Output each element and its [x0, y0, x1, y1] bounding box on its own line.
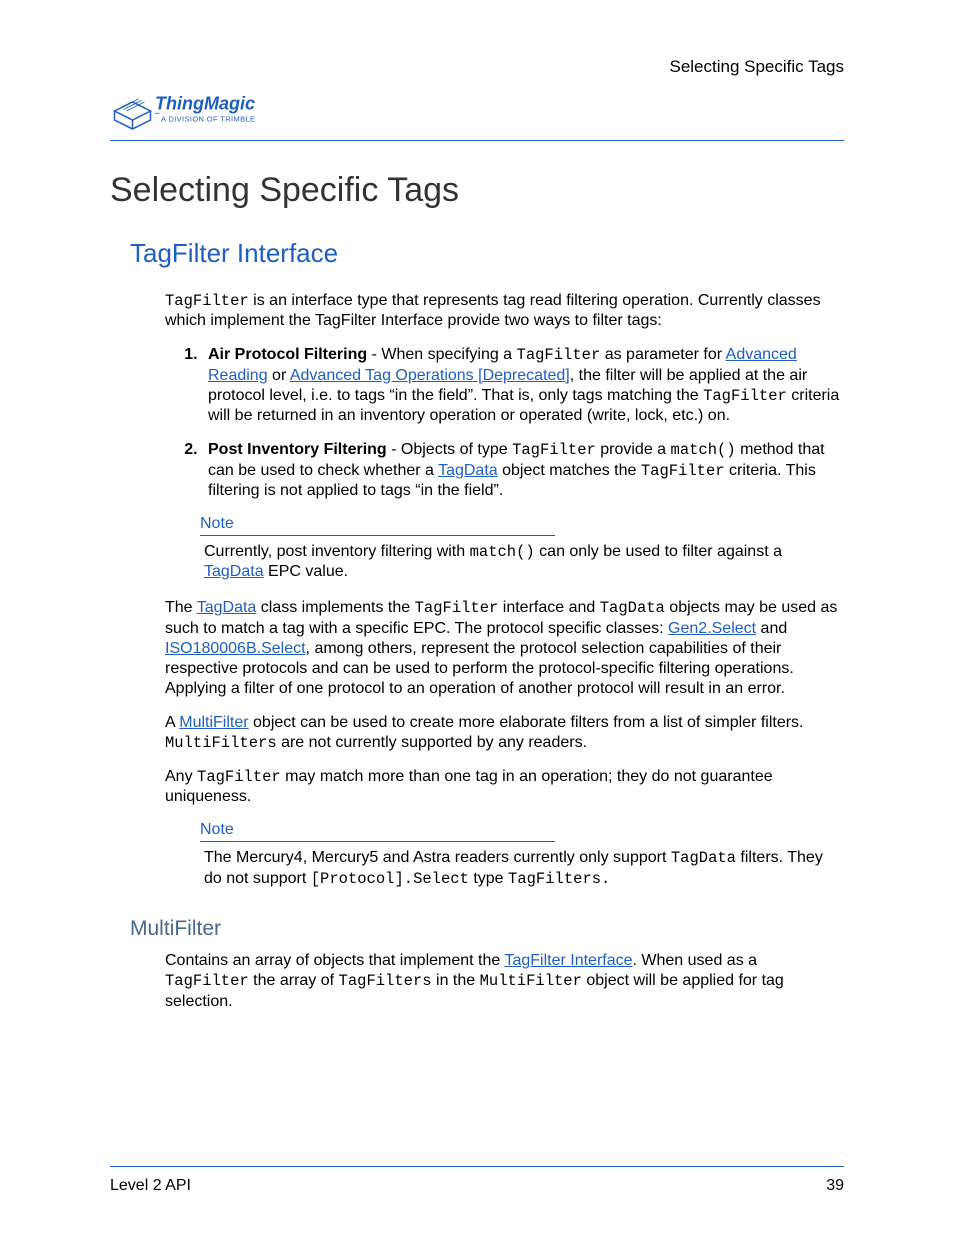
text: object matches the [498, 462, 641, 479]
text: is an interface type that represents tag… [165, 292, 821, 329]
code: TagFilter [512, 441, 596, 459]
text: - When specifying a [367, 346, 516, 363]
text: or [268, 367, 290, 384]
code: [Protocol].Select [311, 870, 469, 888]
body: TagFilter is an interface type that repr… [165, 291, 844, 331]
link-advanced-tag-ops[interactable]: Advanced Tag Operations [Deprecated] [290, 367, 570, 384]
code: TagFilters. [508, 870, 610, 888]
footer-rule [110, 1166, 844, 1167]
logo: ThingMagic A DIVISION OF TRIMBLE [110, 77, 844, 140]
code: MultiFilter [480, 972, 582, 990]
code: TagFilter [197, 768, 281, 786]
text: class implements the [256, 599, 414, 616]
body: Contains an array of objects that implem… [165, 951, 844, 1011]
link-tagdata[interactable]: TagData [204, 563, 264, 580]
code: TagFilter [641, 462, 725, 480]
paragraph: Any TagFilter may match more than one ta… [165, 767, 844, 807]
document-page: Selecting Specific Tags ThingMagic A DIV… [0, 0, 954, 1235]
code: TagFilter [517, 346, 601, 364]
intro-paragraph: TagFilter is an interface type that repr… [165, 291, 844, 331]
text: - Objects of type [387, 441, 512, 458]
text: interface and [498, 599, 599, 616]
note-label: Note [200, 515, 844, 533]
section-heading: TagFilter Interface [130, 238, 844, 269]
page-number: 39 [826, 1177, 844, 1195]
text: Currently, post inventory filtering with [204, 543, 470, 560]
text: The [165, 599, 197, 616]
link-iso180006b-select[interactable]: ISO180006B.Select [165, 640, 306, 657]
note-body: Currently, post inventory filtering with… [204, 542, 844, 582]
code: TagData [600, 599, 665, 617]
subsection-heading: MultiFilter [130, 917, 844, 941]
text: can only be used to filter against a [535, 543, 782, 560]
code: MultiFilters [165, 734, 277, 752]
list-item: Post Inventory Filtering - Objects of ty… [202, 440, 844, 501]
list-item: Air Protocol Filtering - When specifying… [202, 345, 844, 426]
page-footer: Level 2 API 39 [110, 1166, 844, 1195]
note-block: Note The Mercury4, Mercury5 and Astra re… [200, 821, 844, 889]
paragraph: A MultiFilter object can be used to crea… [165, 713, 844, 753]
link-tagdata[interactable]: TagData [438, 462, 498, 479]
link-gen2-select[interactable]: Gen2.Select [668, 620, 756, 637]
logo-brand-text: ThingMagic [155, 94, 255, 114]
code: match() [671, 441, 736, 459]
logo-tagline-text: A DIVISION OF TRIMBLE [161, 115, 255, 124]
note-block: Note Currently, post inventory filtering… [200, 515, 844, 582]
body: The TagData class implements the TagFilt… [165, 598, 844, 807]
text: Any [165, 768, 197, 785]
text: object can be used to create more elabor… [249, 714, 804, 731]
code: TagFilters [339, 972, 432, 990]
note-rule [200, 841, 555, 842]
code: TagFilter [415, 599, 499, 617]
text: in the [432, 972, 480, 989]
item-label: Post Inventory Filtering [208, 441, 387, 458]
note-label: Note [200, 821, 844, 839]
item-label: Air Protocol Filtering [208, 346, 367, 363]
text: the array of [249, 972, 339, 989]
header-rule [110, 140, 844, 141]
note-rule [200, 535, 555, 536]
footer-row: Level 2 API 39 [110, 1177, 844, 1195]
note-body: The Mercury4, Mercury5 and Astra readers… [204, 848, 844, 889]
paragraph: The TagData class implements the TagFilt… [165, 598, 844, 698]
thingmagic-logo-icon: ThingMagic A DIVISION OF TRIMBLE [110, 87, 305, 135]
code: TagData [671, 849, 736, 867]
code: TagFilter [165, 292, 249, 310]
code: TagFilter [703, 387, 787, 405]
page-title: Selecting Specific Tags [110, 171, 844, 210]
code: TagFilter [165, 972, 249, 990]
text: . When used as a [633, 952, 758, 969]
text: are not currently supported by any reade… [277, 734, 587, 751]
text: as parameter for [600, 346, 725, 363]
ordered-list: Air Protocol Filtering - When specifying… [110, 345, 844, 501]
page-header: Selecting Specific Tags [110, 55, 844, 77]
link-tagfilter-interface[interactable]: TagFilter Interface [504, 952, 632, 969]
running-head: Selecting Specific Tags [110, 55, 844, 77]
text: A [165, 714, 179, 731]
text: Contains an array of objects that implem… [165, 952, 504, 969]
footer-left: Level 2 API [110, 1177, 191, 1195]
link-multifilter[interactable]: MultiFilter [179, 714, 248, 731]
text: type [469, 870, 508, 887]
text: and [756, 620, 787, 637]
text: EPC value. [264, 563, 348, 580]
link-tagdata[interactable]: TagData [197, 599, 257, 616]
paragraph: Contains an array of objects that implem… [165, 951, 844, 1011]
text: The Mercury4, Mercury5 and Astra readers… [204, 849, 671, 866]
text: provide a [596, 441, 671, 458]
code: match() [470, 543, 535, 561]
